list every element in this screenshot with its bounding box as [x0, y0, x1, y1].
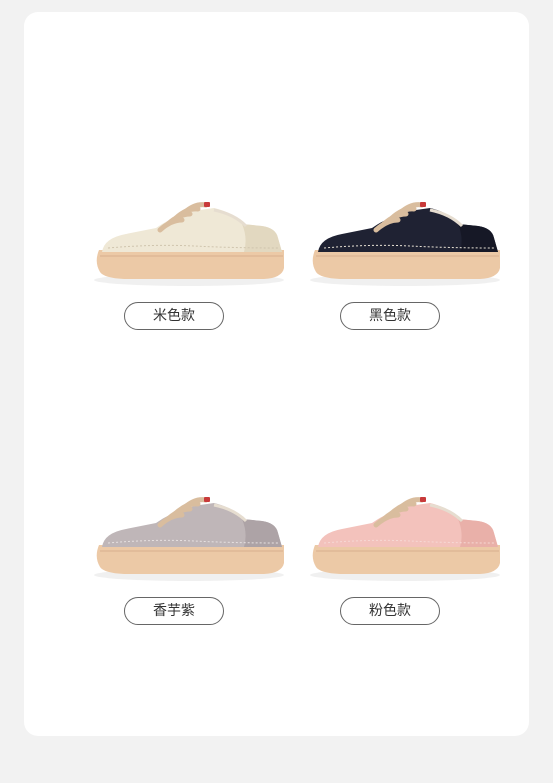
color-label-beige[interactable]: 米色款: [124, 302, 224, 330]
shoe-tag: [420, 497, 426, 502]
shoe-sole: [96, 250, 285, 279]
shoe-tag: [420, 202, 426, 207]
color-label-taro-purple[interactable]: 香芋紫: [124, 597, 224, 625]
color-label-pink[interactable]: 粉色款: [340, 597, 440, 625]
color-label-black[interactable]: 黑色款: [340, 302, 440, 330]
sneaker-black-image: [310, 202, 500, 286]
sneaker-pink-image: [310, 497, 500, 581]
product-color-card: 米色款 黑色款 香芋紫 粉色款: [24, 12, 529, 736]
shoe-tag: [204, 497, 210, 502]
shoe-sole: [312, 250, 500, 279]
shoe-sole: [96, 545, 285, 574]
shoe-tag: [204, 202, 210, 207]
sneaker-taro-purple-image: [94, 497, 285, 581]
shoe-sole: [312, 545, 500, 574]
sneaker-beige-image: [94, 202, 285, 286]
